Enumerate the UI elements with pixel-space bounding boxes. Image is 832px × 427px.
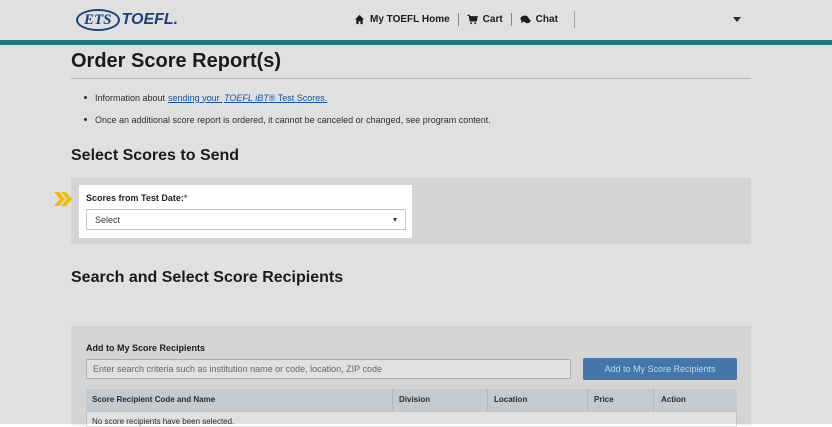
double-chevron-right-icon xyxy=(54,192,72,206)
column-divider xyxy=(653,389,654,411)
top-nav: My TOEFL Home Cart Chat xyxy=(354,13,558,26)
test-date-label-text: Scores from Test Date: xyxy=(86,193,184,203)
required-asterisk: * xyxy=(183,193,188,203)
chat-icon xyxy=(520,15,531,24)
col-action: Action xyxy=(661,395,686,404)
nav-label-chat: Chat xyxy=(535,14,558,25)
info-bullet-list: Information about sending your TOEFL iBT… xyxy=(84,91,491,135)
nav-cart[interactable]: Cart xyxy=(467,14,503,25)
logo-ets-text: ETS xyxy=(76,9,120,31)
empty-table-row: No score recipients have been selected. xyxy=(86,411,737,427)
select-scores-heading: Select Scores to Send xyxy=(71,147,240,164)
col-recipient-code-name: Score Recipient Code and Name xyxy=(92,395,216,404)
col-price: Price xyxy=(594,395,614,404)
sending-scores-link[interactable]: sending your TOEFL iBT® Test Scores. xyxy=(168,93,327,103)
logo-toefl-text: TOEFL. xyxy=(121,11,179,28)
bullet-dot-icon xyxy=(84,96,87,99)
test-date-select[interactable]: Select xyxy=(86,209,406,230)
add-recipients-label: Add to My Score Recipients xyxy=(86,343,206,353)
nav-label-home: My TOEFL Home xyxy=(370,14,450,25)
recipient-search-input[interactable] xyxy=(86,359,571,379)
nav-label-cart: Cart xyxy=(482,14,503,25)
column-divider xyxy=(587,389,588,411)
link-part-4: Test Scores. xyxy=(275,92,328,103)
select-caret-down-icon xyxy=(393,218,397,222)
nav-my-toefl-home[interactable]: My TOEFL Home xyxy=(354,14,450,25)
recipients-table-header: Score Recipient Code and Name Division L… xyxy=(86,389,737,411)
col-location: Location xyxy=(494,395,528,404)
bullet-dot-icon xyxy=(84,118,87,121)
bullet-2-text: Once an additional score report is order… xyxy=(95,114,491,125)
page-title: Order Score Report(s) xyxy=(71,50,282,72)
link-part-2: TOEFL iBT xyxy=(224,92,269,103)
column-divider xyxy=(392,389,393,411)
account-dropdown-chevron-down-icon[interactable] xyxy=(733,17,741,22)
title-divider xyxy=(71,78,751,79)
test-date-select-value: Select xyxy=(95,214,121,225)
nav-chat[interactable]: Chat xyxy=(520,14,558,25)
recipients-heading: Search and Select Score Recipients xyxy=(71,269,344,286)
link-part-1: sending your xyxy=(168,92,223,103)
nav-divider xyxy=(457,13,459,26)
bullet-1-prefix: Information about xyxy=(95,92,166,103)
home-icon xyxy=(354,14,365,25)
info-bullet-2: Once an additional score report is order… xyxy=(84,113,491,126)
ets-toefl-logo[interactable]: ETS TOEFL. xyxy=(76,8,178,32)
header-accent-bar xyxy=(0,40,832,45)
nav-divider-right xyxy=(574,11,575,28)
add-to-recipients-button[interactable]: Add to My Score Recipients xyxy=(583,358,737,380)
nav-divider xyxy=(510,13,512,26)
column-divider xyxy=(487,389,488,411)
col-division: Division xyxy=(399,395,431,404)
test-date-label: Scores from Test Date:* xyxy=(86,193,187,203)
info-bullet-1: Information about sending your TOEFL iBT… xyxy=(84,91,491,104)
cart-icon xyxy=(467,14,478,25)
